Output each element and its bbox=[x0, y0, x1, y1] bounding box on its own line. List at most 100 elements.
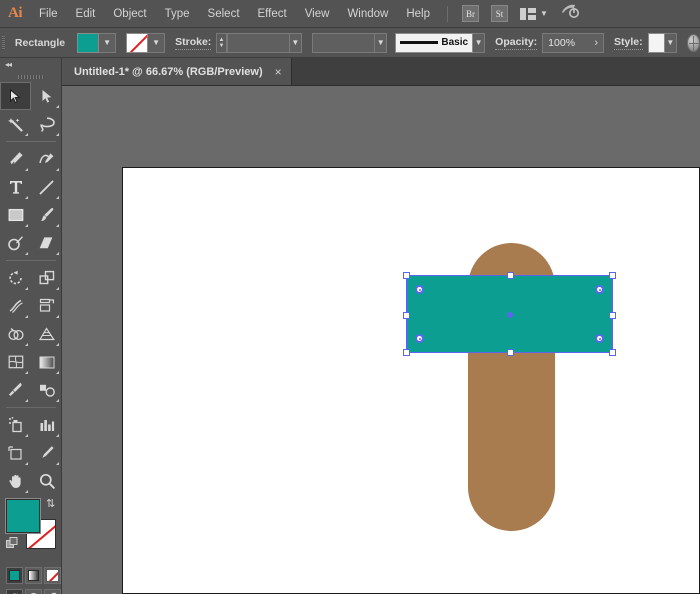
opacity-label: Opacity: bbox=[495, 35, 538, 50]
tools-panel-grip[interactable] bbox=[0, 71, 61, 82]
swap-fill-stroke-icon[interactable]: ⇅ bbox=[46, 499, 59, 512]
control-bar: Rectangle ▼ ▼ Stroke: ▲ ▼ ▼ ▼ Basic ▼ Opa… bbox=[0, 28, 700, 58]
live-corner-widget-top-right[interactable] bbox=[595, 285, 604, 294]
selection-handle-bottom-right[interactable] bbox=[609, 349, 616, 356]
menu-item-edit[interactable]: Edit bbox=[67, 0, 105, 28]
scale-tool[interactable] bbox=[31, 264, 62, 292]
style-label: Style: bbox=[614, 35, 643, 50]
stroke-weight-dropdown-arrow[interactable]: ▼ bbox=[289, 32, 302, 53]
paintbrush-tool[interactable] bbox=[31, 201, 62, 229]
draw-behind-mode-button[interactable] bbox=[25, 589, 42, 594]
stroke-weight-field[interactable] bbox=[226, 32, 290, 53]
menu-item-help[interactable]: Help bbox=[397, 0, 439, 28]
stroke-swatch-group[interactable]: ▼ bbox=[126, 32, 166, 53]
workspace-layout-icon bbox=[520, 7, 536, 20]
brush-name: Basic bbox=[441, 37, 469, 48]
illustrator-window: Ai File Edit Object Type Select Effect V… bbox=[0, 0, 700, 594]
selection-handle-middle-left[interactable] bbox=[403, 312, 410, 319]
column-graph-tool[interactable] bbox=[31, 411, 62, 439]
tools-divider bbox=[6, 407, 56, 408]
type-tool[interactable] bbox=[0, 173, 31, 201]
stroke-weight-stepper[interactable]: ▲ ▼ bbox=[216, 32, 227, 53]
stroke-dropdown-arrow[interactable]: ▼ bbox=[148, 32, 166, 53]
draw-normal-mode-button[interactable] bbox=[6, 589, 23, 594]
live-corner-widget-bottom-left[interactable] bbox=[415, 334, 424, 343]
graphic-style-swatch[interactable] bbox=[647, 32, 665, 53]
line-segment-tool[interactable] bbox=[31, 173, 62, 201]
symbol-sprayer-tool[interactable] bbox=[0, 411, 31, 439]
free-transform-tool[interactable] bbox=[31, 292, 62, 320]
variable-width-profile[interactable] bbox=[311, 32, 376, 53]
gradient-tool[interactable] bbox=[31, 348, 62, 376]
selection-handle-bottom-center[interactable] bbox=[507, 349, 514, 356]
fill-swatch[interactable] bbox=[77, 32, 100, 53]
width-tool[interactable] bbox=[0, 292, 31, 320]
fill-dropdown-arrow[interactable]: ▼ bbox=[99, 32, 117, 53]
document-setup-globe-icon[interactable] bbox=[686, 33, 700, 52]
menu-item-select[interactable]: Select bbox=[199, 0, 249, 28]
rectangle-tool[interactable] bbox=[0, 201, 31, 229]
tools-grid bbox=[0, 82, 61, 495]
blend-tool[interactable] bbox=[31, 376, 62, 404]
mesh-tool[interactable] bbox=[0, 348, 31, 376]
menu-item-type[interactable]: Type bbox=[156, 0, 199, 28]
document-tab[interactable]: Untitled-1* @ 66.67% (RGB/Preview) × bbox=[62, 58, 292, 85]
live-corner-widget-top-left[interactable] bbox=[415, 285, 424, 294]
selection-handle-middle-right[interactable] bbox=[609, 312, 616, 319]
menu-item-object[interactable]: Object bbox=[104, 0, 155, 28]
panel-collapse-icon[interactable]: ◂◂ bbox=[0, 58, 61, 71]
slice-tool[interactable] bbox=[31, 439, 62, 467]
default-fill-stroke-icon[interactable] bbox=[6, 537, 19, 550]
stroke-label: Stroke: bbox=[175, 35, 212, 50]
width-profile-dropdown-arrow[interactable]: ▼ bbox=[375, 32, 388, 53]
document-tab-bar: Untitled-1* @ 66.67% (RGB/Preview) × bbox=[62, 58, 700, 86]
help-search-icon[interactable] bbox=[560, 3, 579, 25]
selection-handle-top-right[interactable] bbox=[609, 272, 616, 279]
brush-dropdown-arrow[interactable]: ▼ bbox=[473, 32, 486, 53]
gradient-fill-mode-button[interactable] bbox=[25, 567, 42, 584]
eyedropper-tool[interactable] bbox=[0, 376, 31, 404]
shape-builder-tool[interactable] bbox=[0, 320, 31, 348]
selection-handle-bottom-left[interactable] bbox=[403, 349, 410, 356]
document-tab-title: Untitled-1* @ 66.67% (RGB/Preview) bbox=[74, 65, 263, 78]
bridge-button[interactable]: Br bbox=[462, 5, 479, 22]
menu-item-effect[interactable]: Effect bbox=[249, 0, 296, 28]
hand-tool[interactable] bbox=[0, 467, 31, 495]
lasso-tool[interactable] bbox=[31, 110, 62, 138]
perspective-grid-tool[interactable] bbox=[31, 320, 62, 348]
brush-preview-icon bbox=[400, 41, 439, 44]
artboard-tool[interactable] bbox=[0, 439, 31, 467]
opacity-expand-arrow[interactable]: › bbox=[594, 37, 598, 49]
menu-item-view[interactable]: View bbox=[296, 0, 339, 28]
style-dropdown-arrow[interactable]: ▼ bbox=[664, 32, 677, 53]
workspace-switcher[interactable]: ▼ bbox=[520, 7, 548, 20]
control-bar-grip[interactable] bbox=[0, 28, 7, 58]
selection-handle-top-center[interactable] bbox=[507, 272, 514, 279]
stock-button[interactable]: St bbox=[491, 5, 508, 22]
magic-wand-tool[interactable] bbox=[0, 110, 31, 138]
fill-swatch-group[interactable]: ▼ bbox=[77, 32, 117, 53]
direct-selection-tool[interactable] bbox=[31, 82, 62, 110]
menu-item-file[interactable]: File bbox=[30, 0, 67, 28]
menu-divider bbox=[447, 5, 448, 22]
shaper-tool[interactable] bbox=[0, 229, 31, 257]
pen-tool[interactable] bbox=[0, 145, 31, 173]
menu-item-window[interactable]: Window bbox=[338, 0, 397, 28]
curvature-tool[interactable] bbox=[31, 145, 62, 173]
zoom-tool[interactable] bbox=[31, 467, 62, 495]
selection-handle-top-left[interactable] bbox=[403, 272, 410, 279]
none-fill-mode-button[interactable] bbox=[44, 567, 61, 584]
eraser-tool[interactable] bbox=[31, 229, 62, 257]
stroke-swatch-none[interactable] bbox=[126, 32, 149, 53]
opacity-field[interactable]: 100% › bbox=[542, 32, 605, 53]
live-corner-widget-bottom-right[interactable] bbox=[595, 334, 604, 343]
draw-inside-mode-button[interactable] bbox=[44, 589, 61, 594]
selection-tool[interactable] bbox=[0, 82, 31, 110]
rotate-tool[interactable] bbox=[0, 264, 31, 292]
brush-definition-field[interactable]: Basic bbox=[395, 32, 474, 53]
color-fill-mode-button[interactable] bbox=[6, 567, 23, 584]
artboard[interactable] bbox=[122, 167, 700, 594]
close-icon[interactable]: × bbox=[275, 66, 282, 78]
menu-bar: Ai File Edit Object Type Select Effect V… bbox=[0, 0, 700, 28]
toolpanel-fill-swatch[interactable] bbox=[6, 499, 40, 533]
